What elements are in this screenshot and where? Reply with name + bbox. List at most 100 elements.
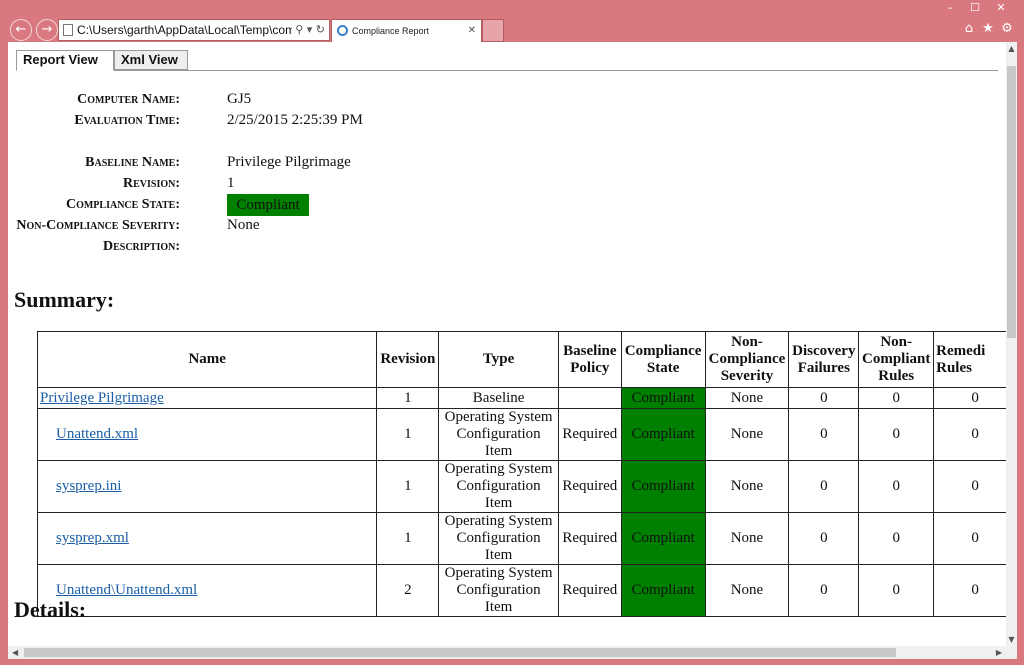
tab-xml-view[interactable]: Xml View xyxy=(114,50,188,70)
row-revision: 1 xyxy=(376,512,440,565)
row-discovery-failures: 0 xyxy=(788,564,860,617)
horizontal-scroll-thumb[interactable] xyxy=(24,648,896,657)
address-bar[interactable]: C:\Users\garth\AppData\Local\Temp\com ⚲ … xyxy=(58,19,330,41)
row-remediated-rules: 0 xyxy=(933,460,1017,513)
scroll-left-icon[interactable]: ◀ xyxy=(12,646,18,659)
row-name: Unattend\Unattend.xml xyxy=(36,564,378,617)
computer-name-label: Computer Name: xyxy=(77,92,180,107)
scroll-up-icon[interactable]: ▲ xyxy=(1006,44,1017,53)
row-noncompliant-rules: 0 xyxy=(858,460,935,513)
star-icon[interactable]: ★ xyxy=(979,20,997,38)
evaluation-time-label: Evaluation Time: xyxy=(74,113,180,128)
row-type: Operating System Configuration Item xyxy=(438,512,559,565)
table-header-row: Name Revision Type Baseline Policy Compl… xyxy=(36,331,1017,388)
details-heading: Details: xyxy=(14,597,87,622)
address-text: C:\Users\garth\AppData\Local\Temp\com xyxy=(77,23,296,37)
row-severity: None xyxy=(704,512,790,565)
horizontal-scrollbar[interactable]: ◀ ▶ xyxy=(8,646,1006,659)
header-name: Name xyxy=(36,331,378,388)
table-row: Privilege Pilgrimage 1 Baseline Complian… xyxy=(36,387,1017,409)
row-compliance-state: Compliant xyxy=(620,460,706,513)
row-name: Privilege Pilgrimage xyxy=(36,387,378,409)
row-policy: Required xyxy=(557,408,622,461)
revision-value: 1 xyxy=(227,175,235,191)
row-compliance-state: Compliant xyxy=(620,408,706,461)
address-tools-icons[interactable]: ⚲ ▾ ↻ xyxy=(292,20,325,40)
report-tabs: Report View Xml View xyxy=(16,48,998,71)
row-severity: None xyxy=(704,408,790,461)
config-item-link[interactable]: sysprep.xml xyxy=(56,530,129,546)
new-tab-button[interactable] xyxy=(482,19,504,42)
row-type: Operating System Configuration Item xyxy=(438,460,559,513)
baseline-name-value: Privilege Pilgrimage xyxy=(227,154,351,170)
row-noncompliant-rules: 0 xyxy=(858,564,935,617)
row-severity: None xyxy=(704,387,790,409)
row-type: Operating System Configuration Item xyxy=(438,564,559,617)
row-revision: 1 xyxy=(376,408,440,461)
row-discovery-failures: 0 xyxy=(788,460,860,513)
scroll-down-icon[interactable]: ▼ xyxy=(1006,635,1017,644)
row-type: Baseline xyxy=(438,387,559,409)
header-revision: Revision xyxy=(376,331,440,388)
row-revision: 1 xyxy=(376,387,440,409)
header-type: Type xyxy=(438,331,559,388)
config-item-link[interactable]: Unattend.xml xyxy=(56,426,138,442)
gear-icon[interactable]: ⚙ xyxy=(998,20,1016,38)
row-compliance-state: Compliant xyxy=(620,387,706,409)
row-discovery-failures: 0 xyxy=(788,408,860,461)
baseline-name-label: Baseline Name: xyxy=(85,155,180,170)
row-revision: 1 xyxy=(376,460,440,513)
row-discovery-failures: 0 xyxy=(788,387,860,409)
compliance-state-label: Compliance State: xyxy=(65,197,180,212)
vertical-scroll-thumb[interactable] xyxy=(1007,66,1016,338)
severity-value: None xyxy=(227,217,260,233)
row-name: sysprep.ini xyxy=(36,460,378,513)
browser-tab[interactable]: Compliance Report ✕ xyxy=(331,19,482,42)
row-noncompliant-rules: 0 xyxy=(858,408,935,461)
baseline-link[interactable]: Privilege Pilgrimage xyxy=(40,390,164,406)
back-button[interactable]: ← xyxy=(10,19,32,41)
description-label: Description: xyxy=(102,239,180,254)
table-row: sysprep.ini 1 Operating System Configura… xyxy=(36,460,1017,513)
header-discovery-failures: Discovery Failures xyxy=(788,331,860,388)
tab-report-view[interactable]: Report View xyxy=(16,50,114,71)
header-baseline-policy: Baseline Policy xyxy=(557,331,622,388)
row-policy: Required xyxy=(557,564,622,617)
row-remediated-rules: 0 xyxy=(933,564,1017,617)
row-name: Unattend.xml xyxy=(36,408,378,461)
tab-title: Compliance Report xyxy=(352,26,430,36)
header-compliance-state: Compliance State xyxy=(620,331,706,388)
row-type: Operating System Configuration Item xyxy=(438,408,559,461)
row-name: sysprep.xml xyxy=(36,512,378,565)
maximize-button[interactable]: ☐ xyxy=(964,0,986,16)
forward-button[interactable]: → xyxy=(36,19,58,41)
summary-heading: Summary: xyxy=(14,287,115,312)
close-window-button[interactable]: ✕ xyxy=(990,0,1012,16)
row-remediated-rules: 0 xyxy=(933,387,1017,409)
browser-chrome: – ☐ ✕ ← → C:\Users\garth\AppData\Local\T… xyxy=(0,0,1024,44)
close-tab-icon[interactable]: ✕ xyxy=(468,20,476,42)
row-remediated-rules: 0 xyxy=(933,512,1017,565)
evaluation-time-value: 2/25/2015 2:25:39 PM xyxy=(227,112,363,128)
page-icon xyxy=(63,24,73,36)
header-severity: Non-Compliance Severity xyxy=(704,331,790,388)
minimize-button[interactable]: – xyxy=(939,0,961,16)
scrollbar-corner xyxy=(1006,646,1017,659)
page-content: Report View Xml View Computer Name: GJ5 … xyxy=(8,42,1017,659)
scroll-right-icon[interactable]: ▶ xyxy=(996,646,1002,659)
header-remediated-rules: Remedi Rules xyxy=(933,331,1017,388)
row-noncompliant-rules: 0 xyxy=(858,387,935,409)
row-revision: 2 xyxy=(376,564,440,617)
row-policy xyxy=(557,387,622,409)
row-severity: None xyxy=(704,460,790,513)
row-noncompliant-rules: 0 xyxy=(858,512,935,565)
config-item-link[interactable]: Unattend\Unattend.xml xyxy=(56,582,197,598)
severity-label: Non-Compliance Severity: xyxy=(16,218,180,233)
compliance-state-badge: Compliant xyxy=(227,194,309,216)
table-row: sysprep.xml 1 Operating System Configura… xyxy=(36,512,1017,565)
vertical-scrollbar[interactable]: ▲ ▼ xyxy=(1006,42,1017,646)
config-item-link[interactable]: sysprep.ini xyxy=(56,478,121,494)
home-icon[interactable]: ⌂ xyxy=(960,20,978,38)
row-compliance-state: Compliant xyxy=(620,564,706,617)
row-remediated-rules: 0 xyxy=(933,408,1017,461)
